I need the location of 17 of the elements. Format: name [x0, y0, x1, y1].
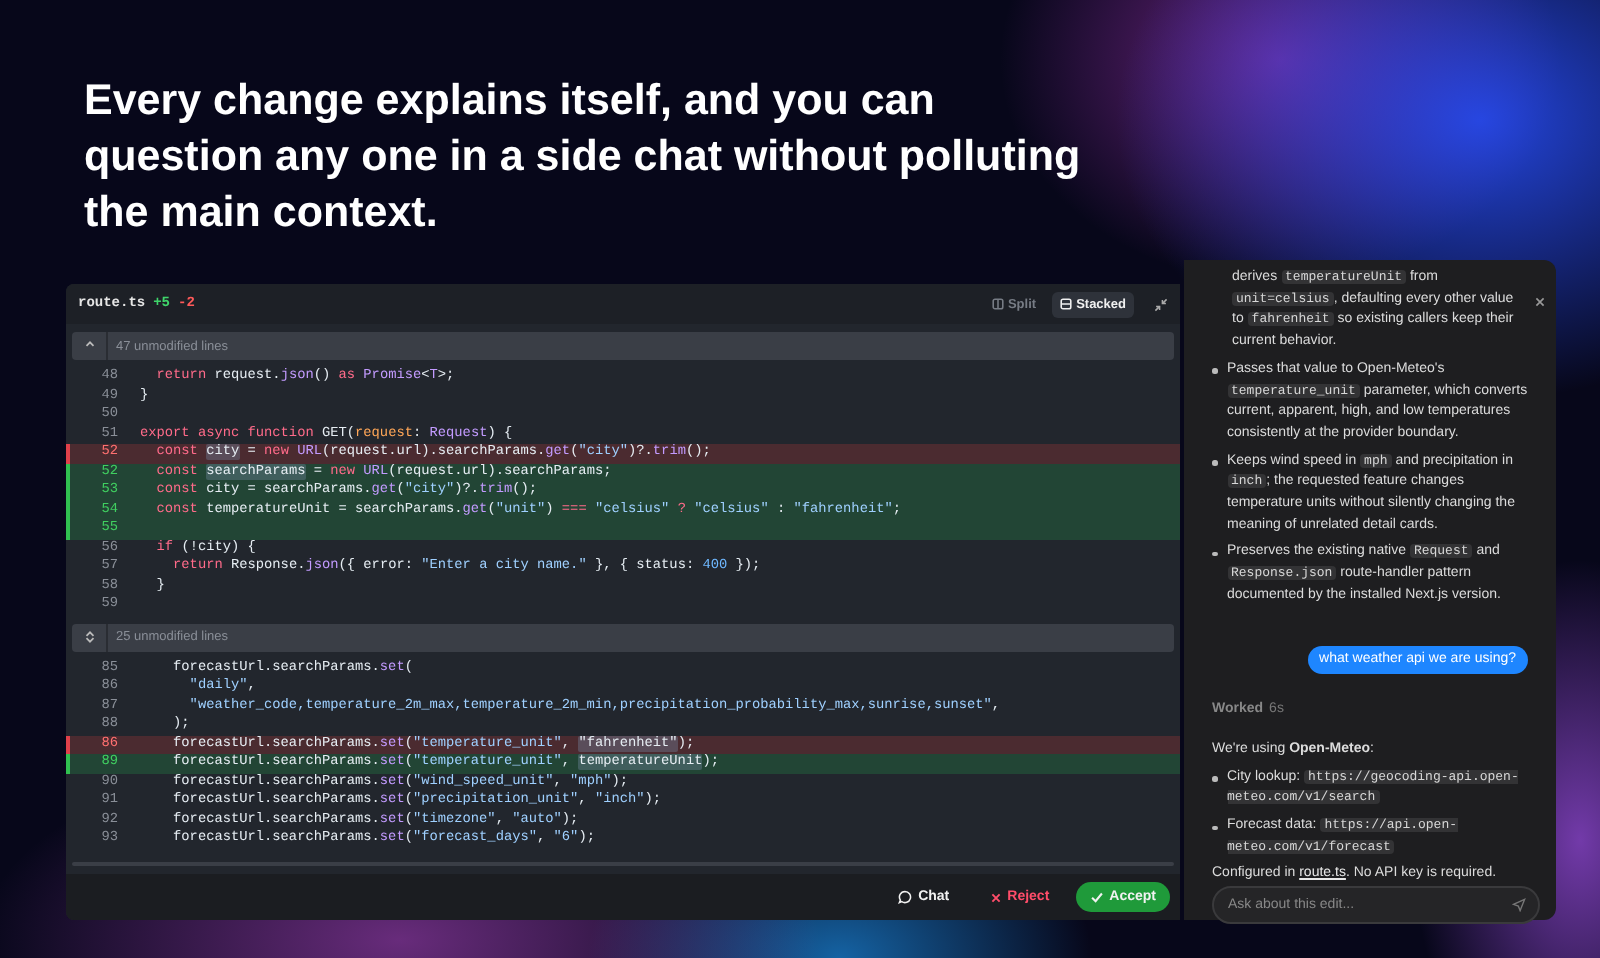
split-view-icon	[991, 298, 1004, 310]
close-button[interactable]	[1534, 296, 1546, 308]
bullet-icon	[1212, 776, 1217, 782]
bullet-icon	[1212, 551, 1217, 557]
send-button[interactable]	[1512, 898, 1526, 913]
chat-bubble-icon	[898, 890, 913, 904]
bullet-icon	[1212, 368, 1217, 374]
headline: Every change explains itself, and you can question any one in a side chat without polluting the main context.	[84, 74, 1083, 240]
chevron-up-down-icon	[83, 630, 95, 644]
send-icon	[1512, 898, 1526, 913]
check-icon	[1089, 890, 1104, 904]
bullet-icon	[1212, 825, 1217, 831]
collapse-icon[interactable]	[1154, 297, 1168, 311]
close-icon	[989, 891, 1002, 903]
stacked-view-icon	[1060, 298, 1073, 310]
close-icon	[1534, 296, 1546, 308]
bullet-icon	[1212, 460, 1217, 466]
